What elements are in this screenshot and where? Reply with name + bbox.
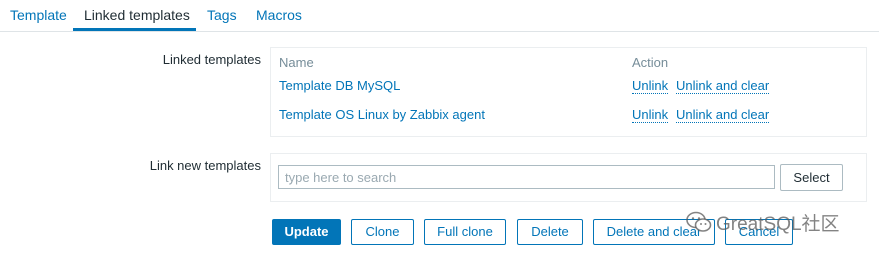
full-clone-button[interactable]: Full clone (424, 219, 506, 245)
link-new-templates-label: Link new templates (149, 158, 261, 173)
delete-and-clear-button[interactable]: Delete and clear (593, 219, 715, 245)
unlink-and-clear-button[interactable]: Unlink and clear (676, 108, 770, 123)
unlink-button[interactable]: Unlink (632, 79, 669, 94)
tab-bar: Template Linked templates Tags Macros (0, 0, 879, 32)
delete-button[interactable]: Delete (517, 219, 583, 245)
active-tab-indicator (73, 28, 196, 31)
template-link-db-mysql[interactable]: Template DB MySQL (279, 78, 400, 93)
update-button[interactable]: Update (272, 219, 341, 245)
column-header-name: Name (279, 55, 314, 70)
cancel-button[interactable]: Cancel (725, 219, 793, 245)
tab-template[interactable]: Template (10, 6, 67, 24)
tab-linked-templates[interactable]: Linked templates (84, 6, 190, 24)
template-search-input[interactable] (278, 165, 775, 189)
unlink-button[interactable]: Unlink (632, 108, 669, 123)
select-button[interactable]: Select (780, 164, 843, 191)
unlink-and-clear-button[interactable]: Unlink and clear (676, 79, 770, 94)
tab-tags[interactable]: Tags (207, 6, 237, 24)
linked-templates-label: Linked templates (162, 52, 261, 67)
tab-macros[interactable]: Macros (256, 6, 302, 24)
clone-button[interactable]: Clone (351, 219, 414, 245)
column-header-action: Action (632, 55, 669, 70)
template-link-os-linux[interactable]: Template OS Linux by Zabbix agent (279, 107, 485, 122)
